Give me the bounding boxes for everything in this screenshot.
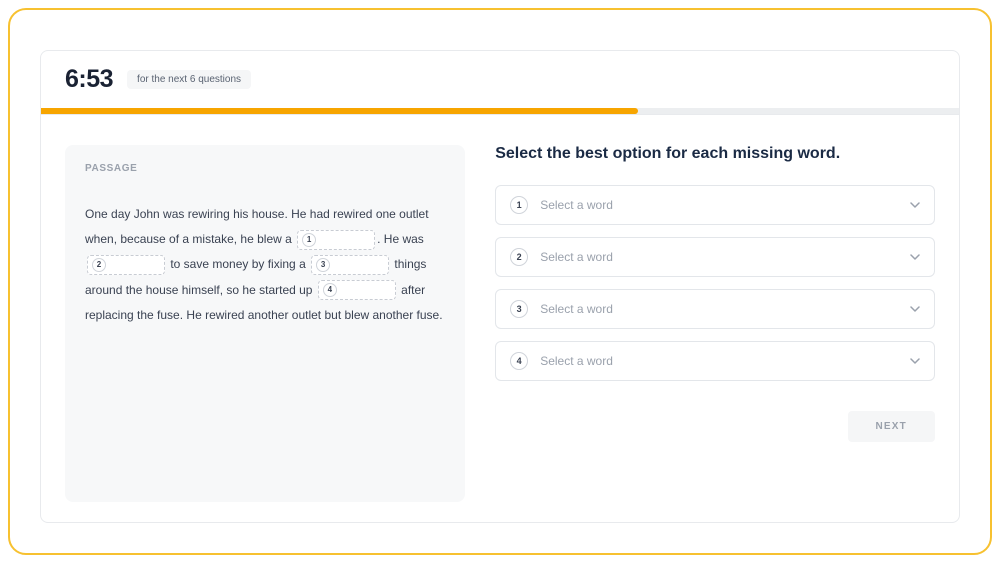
timer-value: 6:53 (65, 65, 113, 94)
chevron-down-icon (910, 200, 920, 210)
blank-number: 2 (92, 258, 106, 272)
quiz-card: 6:53 for the next 6 questions PASSAGE On… (40, 50, 960, 523)
blank-number: 3 (316, 258, 330, 272)
blank-4[interactable]: 4 (318, 280, 396, 300)
content: PASSAGE One day John was rewiring his ho… (41, 115, 959, 522)
answer-dropdown-3[interactable]: 3 Select a word (495, 289, 935, 329)
dropdown-number: 3 (510, 300, 528, 318)
dropdown-placeholder: Select a word (540, 302, 898, 316)
answer-dropdown-2[interactable]: 2 Select a word (495, 237, 935, 277)
blank-2[interactable]: 2 (87, 255, 165, 275)
instruction-prompt: Select the best option for each missing … (495, 145, 935, 163)
dropdown-number: 4 (510, 352, 528, 370)
passage-panel: PASSAGE One day John was rewiring his ho… (65, 145, 465, 502)
passage-text: One day John was rewiring his house. He … (85, 202, 445, 328)
blank-number: 1 (302, 233, 316, 247)
next-button[interactable]: NEXT (848, 411, 935, 442)
page-frame: 6:53 for the next 6 questions PASSAGE On… (8, 8, 992, 555)
progress-track (41, 108, 959, 114)
timer-label-badge: for the next 6 questions (127, 70, 251, 89)
answer-dropdown-1[interactable]: 1 Select a word (495, 185, 935, 225)
dropdown-placeholder: Select a word (540, 354, 898, 368)
progress-fill (41, 108, 638, 114)
dropdown-list: 1 Select a word 2 Select a word 3 Select a wo… (495, 185, 935, 393)
answer-panel: Select the best option for each missing … (495, 145, 935, 502)
blank-3[interactable]: 3 (311, 255, 389, 275)
chevron-down-icon (910, 356, 920, 366)
timer-label: for the next 6 questions (137, 74, 241, 85)
blank-1[interactable]: 1 (297, 230, 375, 250)
dropdown-number: 1 (510, 196, 528, 214)
blank-number: 4 (323, 283, 337, 297)
dropdown-placeholder: Select a word (540, 198, 898, 212)
chevron-down-icon (910, 304, 920, 314)
chevron-down-icon (910, 252, 920, 262)
header: 6:53 for the next 6 questions (41, 51, 959, 108)
dropdown-number: 2 (510, 248, 528, 266)
answer-dropdown-4[interactable]: 4 Select a word (495, 341, 935, 381)
passage-title: PASSAGE (85, 163, 445, 174)
dropdown-placeholder: Select a word (540, 250, 898, 264)
footer: NEXT (495, 411, 935, 442)
